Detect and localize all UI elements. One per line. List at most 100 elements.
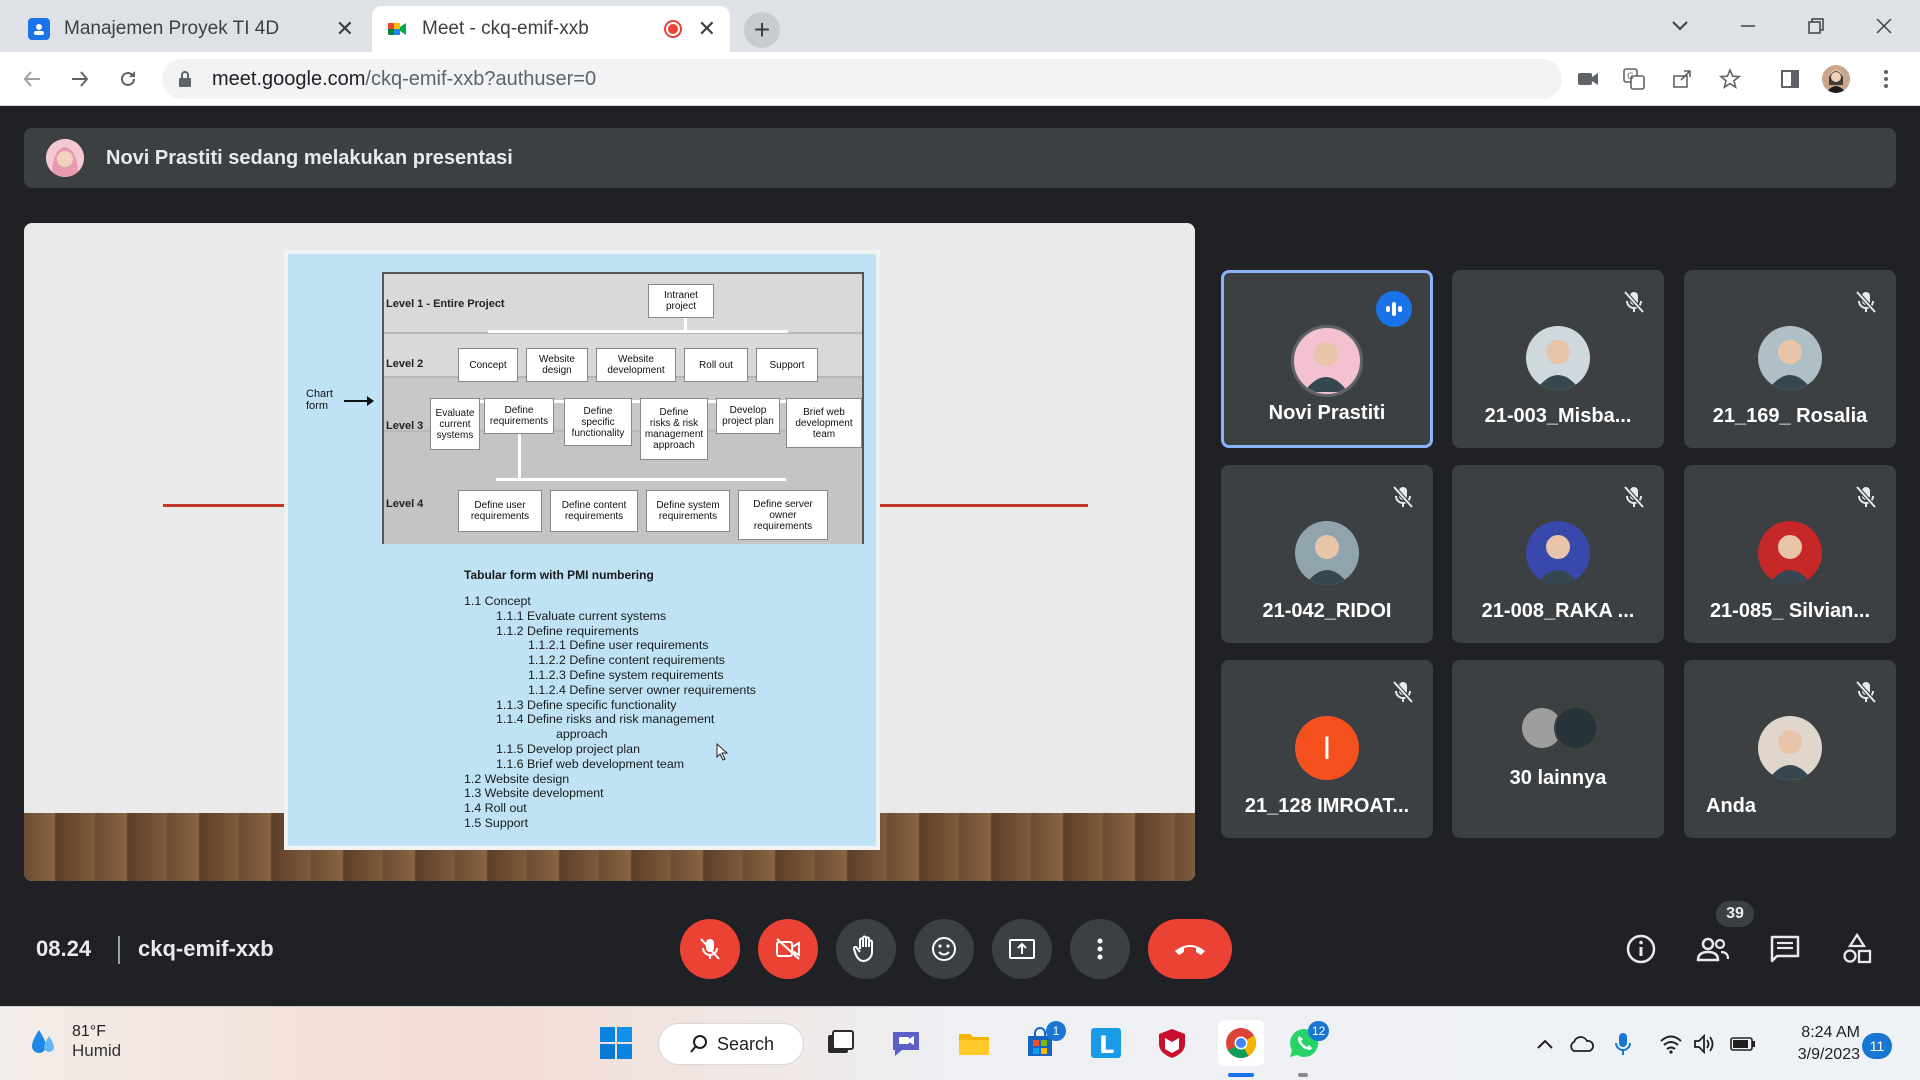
participant-tile[interactable]: 21-008_RAKA ... [1452,465,1664,643]
tabular-list: 1.1 Concept 1.1.1 Evaluate current system… [464,594,756,831]
participant-name: Anda [1706,795,1756,817]
presenter-text: Novi Prastiti sedang melakukan presentas… [106,146,513,169]
slide: Chart form Level 1 - Entire Project Leve… [284,250,880,850]
level-label: Level 4 [386,498,424,510]
wbs-node: Define risks & risk management approach [640,398,708,460]
present-screen-button[interactable] [992,919,1052,979]
task-view-icon[interactable] [820,1023,860,1063]
start-button[interactable] [596,1023,636,1063]
tab-meet[interactable]: Meet - ckq-emif-xxb ✕ [372,6,730,52]
level-label: Level 1 - Entire Project [386,298,505,310]
wifi-icon[interactable] [1656,1029,1686,1059]
muted-mic-icon [1852,678,1880,706]
participant-tile[interactable]: I 21_128 IMROAT... [1221,660,1433,838]
profile-avatar[interactable] [1822,65,1850,93]
meeting-info-icon[interactable] [1620,928,1662,970]
side-panel-icon[interactable] [1776,65,1804,93]
chrome-icon[interactable] [1218,1020,1264,1066]
mcafee-icon[interactable] [1152,1023,1192,1063]
close-tab-icon[interactable]: ✕ [698,16,716,42]
participant-tile[interactable]: Novi Prastiti [1221,270,1433,448]
tab-title: Manajemen Proyek TI 4D [64,18,280,39]
avatar [1291,325,1363,397]
system-clock[interactable]: 8:24 AM 3/9/2023 [1740,1022,1860,1066]
wbs-node: Define server owner requirements [738,490,828,540]
wbs-node: Website development [596,348,676,382]
close-window-icon[interactable] [1864,8,1904,44]
share-icon[interactable] [1668,65,1696,93]
others-count: 30 lainnya [1509,767,1607,789]
tabular-line: 1.5 Support [464,815,529,830]
reload-icon[interactable] [110,61,146,97]
url-path: /ckq-emif-xxb?authuser=0 [365,67,597,90]
camera-in-use-icon[interactable] [1574,65,1602,93]
volume-icon[interactable] [1690,1029,1720,1059]
minimize-icon[interactable] [1728,8,1768,44]
lock-icon[interactable] [178,70,192,88]
participant-tile[interactable]: 21-003_Misba... [1452,270,1664,448]
app-l-icon[interactable]: L [1086,1023,1126,1063]
tabular-line: 1.1.2.3 Define system requirements [528,667,724,682]
activities-icon[interactable] [1836,928,1878,970]
file-explorer-icon[interactable] [954,1023,994,1063]
tabular-line: 1.1 Concept [464,594,531,608]
onedrive-icon[interactable] [1566,1029,1596,1059]
people-icon[interactable] [1692,928,1734,970]
reactions-button[interactable] [914,919,974,979]
connector [684,316,687,330]
tabular-line: 1.3 Website development [464,786,604,801]
new-tab-button[interactable]: + [744,12,780,48]
translate-icon[interactable]: G [1620,65,1648,93]
microphone-off-button[interactable] [680,919,740,979]
tabular-line: 1.1.2.4 Define server owner requirements [528,682,756,697]
wbs-node: Define user requirements [458,490,542,532]
teams-chat-icon[interactable] [886,1023,926,1063]
participant-tile[interactable]: Anda [1684,660,1896,838]
wbs-node: Support [756,348,818,382]
forward-icon[interactable] [62,61,98,97]
bookmark-star-icon[interactable] [1716,65,1744,93]
avatar [1554,706,1598,750]
call-end-icon [1175,945,1205,955]
back-icon[interactable] [14,61,50,97]
participant-tile[interactable]: 21-042_RIDOI [1221,465,1433,643]
tab-search-icon[interactable] [1660,8,1700,44]
participant-tile[interactable]: 21-085_ Silvian... [1684,465,1896,643]
address-bar[interactable]: meet.google.com/ckq-emif-xxb?authuser=0 [162,59,1562,99]
level-label: Level 3 [386,420,424,432]
decor-line-left [163,504,289,507]
notifications-badge[interactable]: 11 [1862,1033,1892,1059]
show-hidden-icons[interactable] [1530,1029,1560,1059]
weather-widget[interactable]: 81°F Humid [28,1023,121,1061]
muted-mic-icon [1389,678,1417,706]
leave-call-button[interactable] [1148,919,1232,979]
search-label: Search [717,1033,775,1054]
raise-hand-button[interactable] [836,919,896,979]
presentation-stage: Chart form Level 1 - Entire Project Leve… [24,223,1195,881]
speaking-indicator-icon [1376,291,1412,327]
browser-toolbar: meet.google.com/ckq-emif-xxb?authuser=0 … [0,52,1920,106]
meet-area: Novi Prastiti sedang melakukan presentas… [0,106,1920,1006]
taskbar-search[interactable]: Search [658,1023,804,1065]
meeting-code: ckq-emif-xxb [138,936,274,961]
chat-icon[interactable] [1764,928,1806,970]
microphone-in-use-icon[interactable] [1608,1029,1638,1059]
tabular-title: Tabular form with PMI numbering [464,568,654,582]
wbs-node: Define content requirements [550,490,638,532]
wbs-node: Develop project plan [716,398,780,434]
present-icon [1009,939,1035,959]
wbs-node: Define requirements [484,398,554,434]
browser-menu-icon[interactable] [1872,65,1900,93]
presenter-banner: Novi Prastiti sedang melakukan presentas… [24,128,1896,188]
participant-tile[interactable]: 21_169_ Rosalia [1684,270,1896,448]
more-vert-icon [1097,938,1103,960]
classroom-icon [28,18,50,40]
tabular-line: 1.1.1 Evaluate current systems [496,608,667,623]
wbs-node: Evaluate current systems [430,398,480,450]
camera-off-button[interactable] [758,919,818,979]
tab-manajemen-proyek[interactable]: Manajemen Proyek TI 4D ✕ [14,6,368,52]
restore-icon[interactable] [1796,8,1836,44]
close-tab-icon[interactable]: ✕ [336,16,354,42]
participant-tile[interactable]: 30 lainnya [1452,660,1664,838]
more-options-button[interactable] [1070,919,1130,979]
